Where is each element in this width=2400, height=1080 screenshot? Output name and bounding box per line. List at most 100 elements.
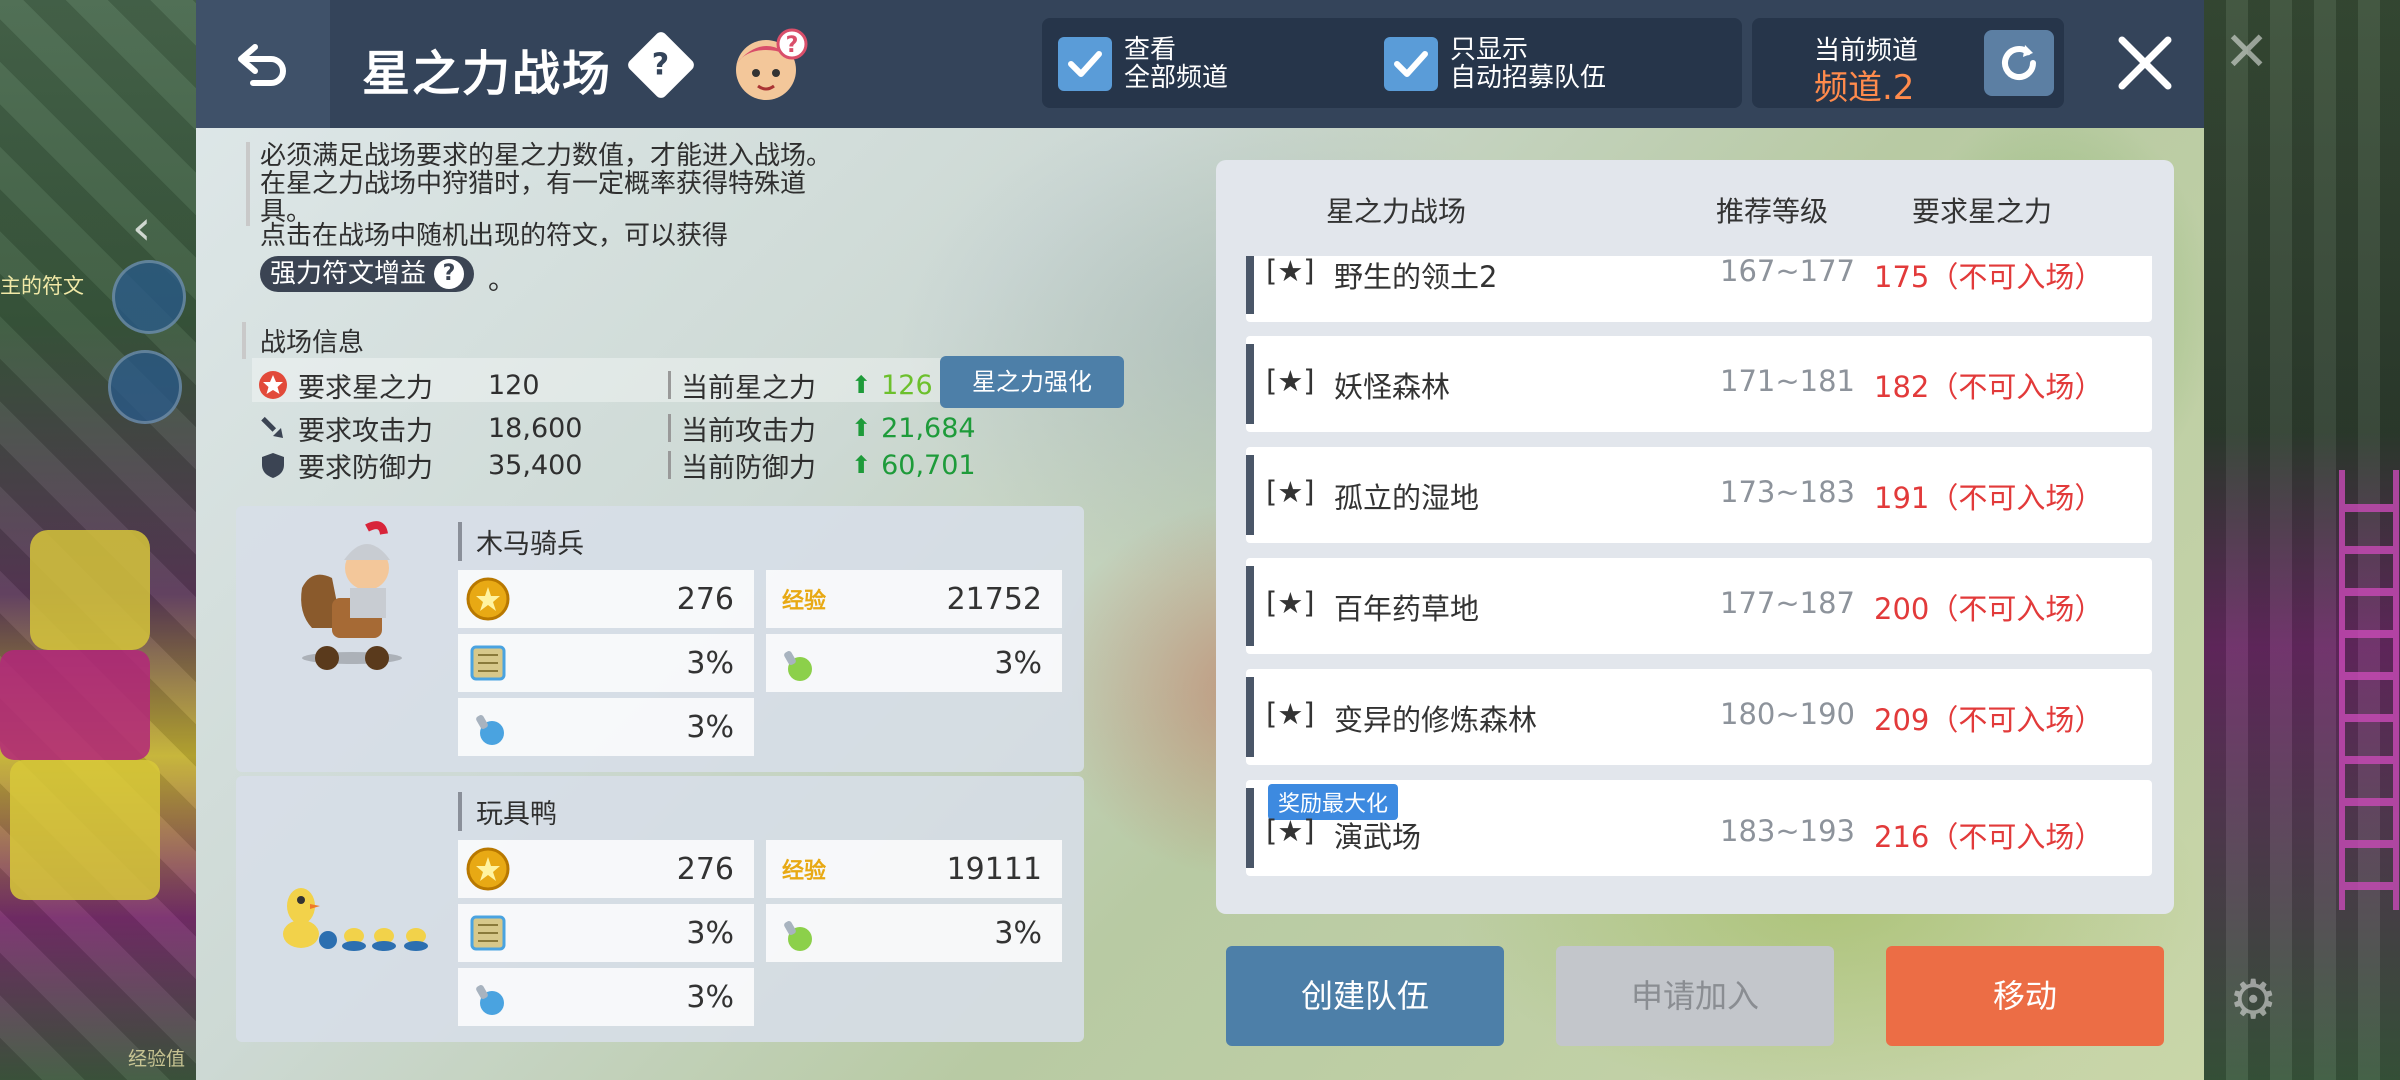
arrow-up-icon: ⬆ bbox=[851, 414, 872, 442]
info-value: 18,600 bbox=[488, 412, 583, 444]
battlefield-list-panel: 星之力战场 推荐等级 要求星之力 [★] 野生的领土2 167~177 175（… bbox=[1216, 160, 2174, 914]
background-exp-text: 经验值 bbox=[128, 1048, 186, 1070]
divider bbox=[668, 451, 671, 479]
battlefield-row[interactable]: [★] 变异的修炼森林 180~190 209（不可入场） bbox=[1246, 669, 2152, 765]
battlefield-name: 孤立的湿地 bbox=[1334, 481, 1480, 515]
apply-join-button[interactable]: 申请加入 bbox=[1556, 946, 1834, 1046]
page-title: 星之力战场 bbox=[362, 46, 613, 102]
battlefield-row[interactable]: [★] 孤立的湿地 173~183 191（不可入场） bbox=[1246, 447, 2152, 543]
refresh-button[interactable] bbox=[1984, 30, 2054, 96]
battlefield-row[interactable]: 奖励最大化 [★] 演武场 183~193 216（不可入场） bbox=[1246, 780, 2152, 876]
meso-drop: 276 bbox=[458, 840, 754, 898]
view-all-channels-checkbox[interactable]: 查看 全部频道 bbox=[1058, 36, 1228, 92]
battlefield-row[interactable]: [★] 百年药草地 177~187 200（不可入场） bbox=[1246, 558, 2152, 654]
arrow-up-icon: ⬆ bbox=[851, 371, 872, 399]
star-marker: [★] bbox=[1266, 256, 1315, 288]
star-marker: [★] bbox=[1266, 586, 1315, 620]
game-background-right: ✕ ⚙ bbox=[2204, 0, 2400, 1080]
gear-icon[interactable]: ⚙ bbox=[2229, 968, 2277, 1031]
back-button[interactable] bbox=[196, 0, 330, 128]
recommended-level: 171~181 bbox=[1720, 364, 1856, 398]
recommended-level: 167~177 bbox=[1720, 256, 1856, 288]
create-party-button[interactable]: 创建队伍 bbox=[1226, 946, 1504, 1046]
rune-buff-pill[interactable]: 强力符文增益 ? bbox=[260, 256, 475, 292]
item-drop: 3% bbox=[766, 634, 1062, 692]
item-drop: 3% bbox=[458, 968, 754, 1026]
info-label: 要求攻击力 bbox=[298, 415, 433, 447]
required-attack-row: 要求攻击力 18,600 当前攻击力 ⬆ 21,684 bbox=[258, 411, 976, 447]
exp-badge-icon: 经验 bbox=[781, 859, 826, 884]
starforce-icon bbox=[258, 370, 288, 400]
exp-value: 19111 bbox=[946, 851, 1042, 887]
description-line: 在星之力战场中狩猎时，有一定概率获得特殊道具。 bbox=[260, 169, 807, 227]
handshake-icon[interactable] bbox=[108, 350, 182, 424]
battlefield-name: 野生的领土2 bbox=[1334, 260, 1498, 294]
scroll-item-icon bbox=[466, 641, 510, 685]
row-accent-bar bbox=[1246, 677, 1254, 757]
scroll-icon[interactable] bbox=[112, 260, 186, 334]
required-starforce: 175（不可入场） bbox=[1874, 260, 2104, 294]
green-potion-icon bbox=[774, 911, 818, 955]
column-header-required-starforce: 要求星之力 bbox=[1912, 195, 2053, 228]
description-suffix: 。 bbox=[488, 263, 517, 296]
info-current-label: 当前攻击力 bbox=[681, 415, 816, 447]
required-starforce: 182（不可入场） bbox=[1874, 370, 2104, 404]
description-line: 点击在战场中随机出现的符文，可以获得 bbox=[260, 221, 729, 251]
drop-rate: 3% bbox=[686, 915, 734, 951]
rune-buff-label: 强力符文增益 bbox=[270, 259, 427, 289]
required-defense-row: 要求防御力 35,400 当前防御力 ⬆ 60,701 bbox=[258, 448, 976, 484]
battlefield-list[interactable]: [★] 野生的领土2 167~177 175（不可入场） [★] 妖怪森林 17… bbox=[1246, 256, 2152, 890]
required-starforce: 209（不可入场） bbox=[1874, 703, 2104, 737]
info-current-value: 60,701 bbox=[881, 449, 976, 481]
checkmark-icon bbox=[1384, 37, 1438, 91]
blue-potion-icon bbox=[466, 975, 510, 1019]
channel-value: 频道.2 bbox=[1814, 68, 1915, 108]
info-value: 120 bbox=[488, 369, 540, 401]
divider bbox=[668, 414, 671, 442]
item-drop: 3% bbox=[458, 904, 754, 962]
help-icon: ? bbox=[652, 47, 670, 83]
game-background-left: 主的符文 ‹ 经验值 bbox=[0, 0, 196, 1080]
star-marker: [★] bbox=[1266, 697, 1315, 731]
drop-rate: 3% bbox=[686, 645, 734, 681]
column-header-level: 推荐等级 bbox=[1716, 195, 1829, 228]
move-button[interactable]: 移动 bbox=[1886, 946, 2164, 1046]
help-button[interactable]: ? bbox=[625, 29, 697, 101]
row-accent-bar bbox=[1246, 788, 1254, 868]
star-marker: [★] bbox=[1266, 475, 1315, 509]
drop-rate: 3% bbox=[994, 915, 1042, 951]
chevron-left-icon[interactable]: ‹ bbox=[132, 200, 151, 256]
star-marker: [★] bbox=[1266, 814, 1315, 848]
monster-card: 玩具鸭 276 经验 19111 3% 3% 3% bbox=[236, 776, 1084, 1042]
recommended-level: 177~187 bbox=[1720, 586, 1856, 620]
drop-rate: 3% bbox=[686, 709, 734, 745]
divider bbox=[668, 371, 671, 399]
battlefield-name: 百年药草地 bbox=[1334, 592, 1480, 626]
meso-coin-icon bbox=[466, 847, 510, 891]
exp-drop: 经验 21752 bbox=[766, 570, 1062, 628]
column-header-battlefield: 星之力战场 bbox=[1326, 195, 1467, 228]
background-block bbox=[0, 650, 150, 760]
starforce-battlefield-panel: 星之力战场 ? ? 查看 全部频道 只显示 自动招募队伍 当前频道 频道.2 必… bbox=[196, 0, 2204, 1080]
battlefield-row[interactable]: [★] 妖怪森林 171~181 182（不可入场） bbox=[1246, 336, 2152, 432]
drop-rate: 3% bbox=[686, 979, 734, 1015]
recommended-level: 173~183 bbox=[1720, 475, 1856, 509]
info-current-value: 126 bbox=[881, 369, 933, 401]
scroll-item-icon bbox=[466, 911, 510, 955]
item-drop: 3% bbox=[766, 904, 1062, 962]
background-block bbox=[10, 760, 160, 900]
monster-card: 木马骑兵 276 经验 21752 3% 3% 3% bbox=[236, 506, 1084, 772]
monster-sprite bbox=[301, 521, 402, 670]
starforce-enhance-button[interactable]: 星之力强化 bbox=[940, 356, 1124, 408]
close-button[interactable] bbox=[2112, 30, 2178, 96]
npc-avatar[interactable]: ? bbox=[726, 28, 810, 106]
monster-sprite bbox=[283, 888, 428, 951]
battlefield-row[interactable]: [★] 野生的领土2 167~177 175（不可入场） bbox=[1246, 256, 2152, 322]
auto-recruit-only-checkbox[interactable]: 只显示 自动招募队伍 bbox=[1384, 36, 1606, 92]
recommended-level: 183~193 bbox=[1720, 814, 1856, 848]
meso-value: 276 bbox=[676, 851, 734, 887]
auto-recruit-only-label: 只显示 自动招募队伍 bbox=[1450, 35, 1607, 93]
item-drop: 3% bbox=[458, 698, 754, 756]
meso-coin-icon bbox=[466, 577, 510, 621]
info-value: 35,400 bbox=[488, 449, 583, 481]
